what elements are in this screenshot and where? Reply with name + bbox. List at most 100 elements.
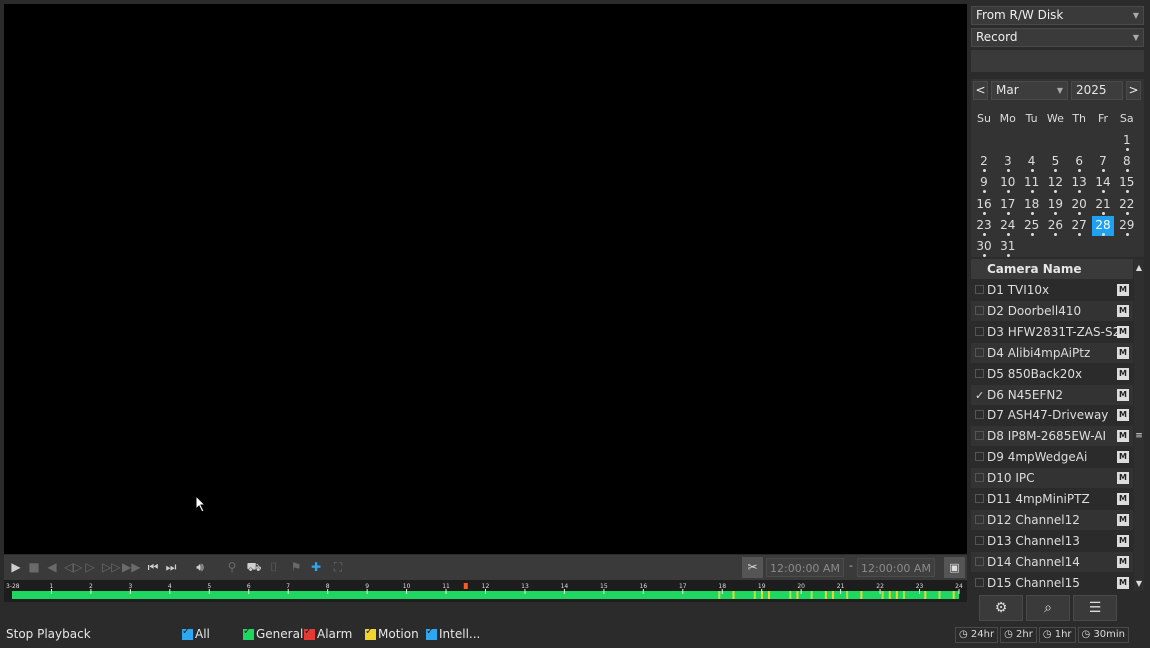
- filter-intelligent[interactable]: Intell...: [426, 626, 480, 641]
- calendar-day[interactable]: 8: [1116, 152, 1138, 173]
- camera-row[interactable]: D9 4mpWedgeAi M: [971, 447, 1133, 467]
- calendar-day[interactable]: 26: [1044, 216, 1066, 236]
- checkbox-intelligent[interactable]: [426, 626, 437, 640]
- camera-row[interactable]: D4 Alibi4mpAiPtz M: [971, 342, 1133, 363]
- main-stream-button[interactable]: M: [1117, 388, 1129, 401]
- main-stream-button[interactable]: M: [1117, 367, 1129, 380]
- calendar-day[interactable]: 9: [973, 173, 995, 194]
- main-stream-button[interactable]: M: [1117, 346, 1129, 359]
- source-disk-select[interactable]: From R/W Disk ▼: [971, 6, 1144, 25]
- filter-motion[interactable]: Motion: [365, 626, 419, 641]
- step-back-icon[interactable]: ▷: [82, 559, 98, 575]
- month-select[interactable]: Mar ▼: [991, 81, 1068, 100]
- calendar-day[interactable]: 23: [973, 216, 995, 236]
- calendar-day[interactable]: 17: [997, 195, 1019, 215]
- main-stream-button[interactable]: M: [1117, 513, 1129, 526]
- main-stream-button[interactable]: M: [1117, 493, 1129, 505]
- calendar-day[interactable]: 6: [1068, 152, 1090, 173]
- file-search-icon[interactable]: ⌕: [1026, 595, 1070, 621]
- main-stream-button[interactable]: M: [1117, 534, 1129, 547]
- checkbox-general[interactable]: [243, 626, 254, 640]
- fast-forward-icon[interactable]: ▷▷: [102, 559, 120, 575]
- zoom-in-icon[interactable]: ✚: [308, 559, 324, 575]
- camera-row[interactable]: D6 N45EFN2 M: [971, 384, 1133, 406]
- calendar-day[interactable]: 24: [997, 216, 1019, 236]
- calendar-day[interactable]: 30: [973, 237, 995, 257]
- checkbox-all[interactable]: [182, 626, 193, 640]
- calendar-day[interactable]: 21: [1092, 195, 1114, 215]
- camera-row[interactable]: D12 Channel12 M: [971, 509, 1133, 530]
- camera-checkbox[interactable]: [975, 347, 984, 357]
- camera-checkbox[interactable]: [975, 473, 984, 483]
- calendar-day[interactable]: 5: [1044, 152, 1066, 173]
- end-time-field[interactable]: 12:00:00 AM: [857, 558, 935, 577]
- camera-checkbox[interactable]: [975, 368, 984, 378]
- camera-checkbox[interactable]: [975, 514, 984, 524]
- frame-step-icon[interactable]: ▶▶: [122, 559, 140, 575]
- next-icon[interactable]: ⏭: [162, 559, 180, 575]
- timeline-graphic[interactable]: 3-28 1 2 3 4 5 6 7 8 9 10 11 12 13 14 15 16 17 18 19 20 21 22 2…: [4, 580, 967, 602]
- tag-icon[interactable]: ⚑: [288, 559, 304, 575]
- stop-icon[interactable]: ■: [26, 559, 42, 575]
- checkbox-alarm[interactable]: [304, 626, 315, 640]
- list-icon[interactable]: ☰: [1073, 595, 1117, 621]
- camera-checkbox[interactable]: [975, 494, 984, 503]
- calendar-day[interactable]: 11: [1021, 173, 1043, 194]
- settings-icon[interactable]: ⚙: [979, 595, 1023, 621]
- slow-play-icon[interactable]: ◁▷: [64, 559, 82, 575]
- smart-search-icon[interactable]: ⚲: [224, 559, 240, 575]
- main-stream-button[interactable]: M: [1117, 304, 1129, 317]
- video-playback-area[interactable]: [4, 4, 967, 554]
- main-stream-button[interactable]: M: [1117, 555, 1129, 568]
- calendar-day[interactable]: 27: [1068, 216, 1090, 236]
- prev-month-button[interactable]: <: [973, 81, 988, 100]
- fullscreen-icon[interactable]: ⛶: [330, 559, 346, 575]
- calendar-day[interactable]: 10: [997, 173, 1019, 194]
- timeline[interactable]: 3-28 1 2 3 4 5 6 7 8 9 10 11 12 13 14 15 16 17 18 19 20 21 22 2…: [4, 580, 967, 602]
- camera-list-header[interactable]: Camera Name: [971, 259, 1133, 279]
- camera-row[interactable]: D1 TVI10x M: [971, 280, 1133, 300]
- camera-checkbox[interactable]: [975, 305, 984, 315]
- main-stream-button[interactable]: M: [1117, 576, 1129, 589]
- camera-checkbox[interactable]: [975, 452, 984, 462]
- calendar-day[interactable]: 28: [1092, 215, 1114, 236]
- main-stream-button[interactable]: M: [1117, 472, 1129, 485]
- year-field[interactable]: 2025: [1071, 81, 1123, 100]
- camera-row[interactable]: D7 ASH47-Driveway M: [971, 405, 1133, 425]
- camera-checkbox[interactable]: [975, 431, 984, 441]
- calendar-day[interactable]: 22: [1116, 195, 1138, 215]
- calendar-day[interactable]: 1: [1116, 131, 1138, 151]
- vehicle-icon[interactable]: ⛟: [246, 559, 262, 575]
- main-stream-button[interactable]: M: [1117, 451, 1129, 464]
- camera-checkbox[interactable]: [975, 386, 984, 406]
- calendar-day[interactable]: 14: [1092, 173, 1114, 194]
- camera-checkbox[interactable]: [975, 577, 984, 587]
- snapshot-icon[interactable]: ⌷: [266, 559, 282, 575]
- camera-row[interactable]: D5 850Back20x M: [971, 364, 1133, 384]
- volume-icon[interactable]: 🔊︎: [192, 559, 208, 575]
- camera-row[interactable]: D15 Channel15 M: [971, 573, 1133, 593]
- save-clip-icon[interactable]: ▣: [944, 557, 965, 578]
- main-stream-button[interactable]: M: [1117, 325, 1129, 338]
- previous-icon[interactable]: ⏮: [144, 559, 162, 575]
- camera-row[interactable]: D8 IP8M-2685EW-AI M: [971, 426, 1133, 447]
- calendar-day[interactable]: 7: [1092, 152, 1114, 173]
- scroll-up-icon[interactable]: ▲: [1134, 263, 1144, 272]
- next-month-button[interactable]: >: [1126, 81, 1141, 100]
- camera-row[interactable]: D10 IPC M: [971, 468, 1133, 489]
- checkbox-motion[interactable]: [365, 626, 376, 640]
- zoom-1hr-button[interactable]: ◷ 1hr: [1038, 627, 1076, 643]
- main-stream-button[interactable]: M: [1117, 284, 1129, 296]
- calendar-day[interactable]: 13: [1068, 173, 1090, 194]
- reverse-play-icon[interactable]: ◀: [44, 559, 60, 575]
- filter-all[interactable]: All: [182, 626, 210, 641]
- scroll-handle-icon[interactable]: ≡: [1134, 431, 1144, 441]
- record-type-select[interactable]: Record ▼: [971, 28, 1144, 47]
- camera-row[interactable]: D3 HFW2831T-ZAS-S2 M: [971, 322, 1133, 342]
- camera-checkbox[interactable]: [975, 326, 984, 336]
- calendar-day[interactable]: 4: [1021, 152, 1043, 173]
- main-stream-button[interactable]: M: [1117, 430, 1129, 443]
- stop-playback-label[interactable]: Stop Playback: [6, 627, 91, 641]
- camera-checkbox[interactable]: [975, 285, 984, 294]
- main-stream-button[interactable]: M: [1117, 409, 1129, 422]
